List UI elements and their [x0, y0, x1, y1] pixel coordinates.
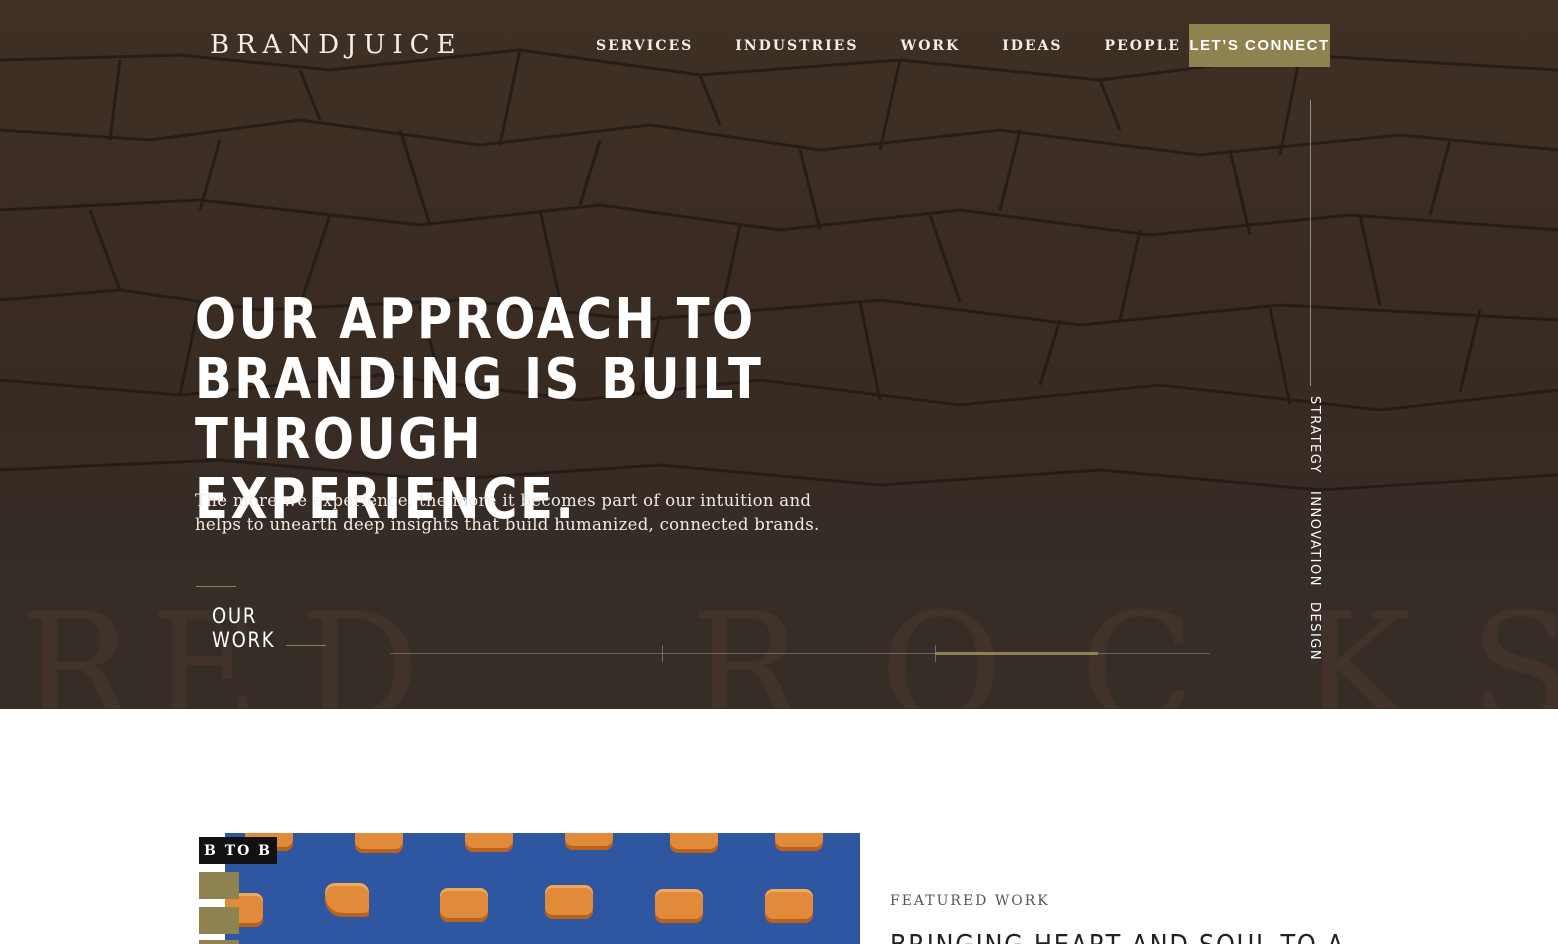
divider	[286, 645, 326, 646]
divider	[196, 586, 236, 587]
lets-connect-button[interactable]: LET’S CONNECT	[1189, 24, 1330, 67]
nav-item-work[interactable]: WORK	[900, 38, 960, 54]
food-item	[565, 833, 613, 850]
hero-subtitle-line: The more we experience, the more it beco…	[195, 491, 812, 510]
hero-title-line: OUR APPROACH TO	[195, 287, 756, 352]
nav-item-ideas[interactable]: IDEAS	[1002, 38, 1062, 54]
side-nav-innovation[interactable]: INNOVATION	[1307, 491, 1322, 587]
nav-item-industries[interactable]: INDUSTRIES	[735, 38, 858, 54]
food-item	[775, 833, 823, 851]
side-nav-strategy[interactable]: STRATEGY	[1307, 396, 1322, 474]
featured-work-label: FEATURED WORK	[890, 893, 1050, 909]
hero-subtitle: The more we experience, the more it beco…	[195, 489, 845, 537]
food-item	[465, 833, 513, 852]
our-work-link[interactable]: OUR WORK	[196, 586, 326, 652]
food-item	[440, 888, 488, 922]
food-item	[655, 889, 703, 923]
food-item	[355, 833, 403, 853]
hero-title-line: BRANDING IS BUILT	[195, 347, 764, 412]
featured-work-title-text: BRINGING HEART AND SOUL TO A	[890, 928, 1372, 944]
food-item	[765, 889, 813, 923]
food-item	[325, 883, 369, 917]
side-nav-line	[1310, 100, 1311, 386]
hero-subtitle-line: helps to unearth deep insights that buil…	[195, 515, 820, 534]
nav-item-services[interactable]: SERVICES	[596, 38, 693, 54]
brand-logo[interactable]: BRANDJUICE	[210, 30, 463, 60]
featured-work-title[interactable]: BRINGING HEART AND SOUL TO A	[890, 928, 1450, 944]
featured-work-image[interactable]	[225, 833, 860, 944]
hero-section: R E D R O C K S BRANDJUICE SERVICES INDU…	[0, 0, 1558, 709]
slider-progress-fill	[935, 652, 1098, 655]
slide-indicator[interactable]	[199, 872, 239, 899]
slide-indicator[interactable]	[199, 940, 239, 944]
slider-tick[interactable]	[662, 645, 663, 662]
food-item	[670, 833, 718, 853]
main-nav: SERVICES INDUSTRIES WORK IDEAS PEOPLE	[596, 38, 1223, 54]
nav-item-people[interactable]: PEOPLE	[1105, 38, 1181, 54]
food-item	[545, 885, 593, 919]
side-nav-design[interactable]: DESIGN	[1307, 602, 1322, 661]
category-tag[interactable]: B TO B	[199, 837, 277, 864]
slide-indicator[interactable]	[199, 907, 239, 934]
slider-progress[interactable]	[390, 645, 1210, 662]
